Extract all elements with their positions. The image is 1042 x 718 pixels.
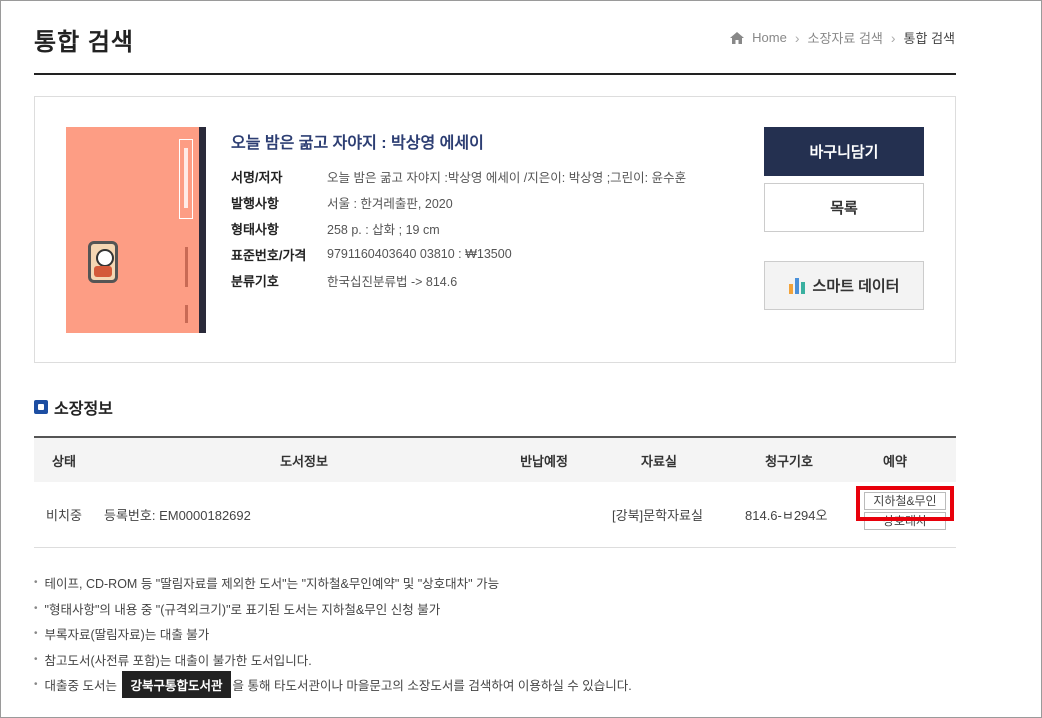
meta-value: 서울 : 한겨레출판, 2020 — [327, 196, 453, 211]
note-text: 부록자료(딸림자료)는 대출 불가 — [44, 628, 210, 643]
meta-value: 오늘 밤은 굶고 자야지 :박상영 에세이 /지은이: 박상영 ;그린이: 윤수… — [327, 170, 687, 185]
holdings-section-title: 소장정보 — [54, 401, 113, 418]
list-item: 참고도서(사전류 포함)는 대출이 불가한 도서입니다. — [34, 647, 632, 673]
meta-label: 표준번호/가격 — [231, 247, 307, 263]
library-link-tag[interactable]: 강북구통합도서관 — [122, 671, 231, 699]
book-meta: 서명/저자 오늘 밤은 굶고 자야지 :박상영 에세이 /지은이: 박상영 ;그… — [231, 163, 686, 293]
book-detail-panel: 오늘 밤은 굶고 자야지 : 박상영 에세이 서명/저자 오늘 밤은 굶고 자야… — [34, 96, 956, 363]
meta-value: 258 p. : 삽화 ; 19 cm — [327, 222, 440, 237]
square-bullet-icon — [34, 400, 48, 414]
list-item: 대출중 도서는 강북구통합도서관 을 통해 타도서관이나 마을문고의 소장도서를… — [34, 671, 632, 699]
col-call-number: 청구기호 — [765, 453, 813, 469]
add-to-basket-button[interactable]: 바구니담기 — [764, 127, 924, 176]
home-icon — [730, 31, 745, 44]
back-to-list-button[interactable]: 목록 — [764, 183, 924, 232]
note-text: 참고도서(사전류 포함)는 대출이 불가한 도서입니다. — [44, 653, 312, 668]
chevron-right-icon: › — [794, 29, 800, 46]
page-title: 통합 검색 — [34, 29, 134, 56]
subway-unmanned-reserve-button[interactable]: 지하철&무인 — [864, 492, 946, 510]
add-to-basket-label: 바구니담기 — [809, 144, 879, 161]
row-call-number: 814.6-ㅂ294오 — [745, 508, 828, 523]
row-status: 비치중 — [46, 508, 82, 523]
meta-row-isbn-price: 표준번호/가격 9791160403640 03810 : ₩13500 — [231, 241, 686, 267]
list-item: 부록자료(딸림자료)는 대출 불가 — [34, 621, 632, 647]
col-reserve: 예약 — [883, 453, 907, 469]
title-divider — [34, 73, 956, 75]
smart-data-button[interactable]: 스마트 데이터 — [764, 261, 924, 310]
holdings-table: 상태 도서정보 반납예정 자료실 청구기호 예약 비치중 등록번호: EM000… — [34, 436, 956, 548]
meta-value: 9791160403640 03810 : ₩13500 — [327, 247, 512, 261]
list-item: 테이프, CD-ROM 등 "딸림자료를 제외한 도서"는 "지하철&무인예약"… — [34, 570, 632, 596]
meta-label: 분류기호 — [231, 273, 279, 289]
table-row: 비치중 등록번호: EM0000182692 [강북]문학자료실 814.6-ㅂ… — [34, 482, 956, 548]
chevron-right-icon: › — [890, 29, 896, 46]
back-to-list-label: 목록 — [830, 200, 858, 217]
meta-label: 형태사항 — [231, 221, 279, 237]
bar-chart-icon — [788, 277, 805, 294]
book-cover-image[interactable] — [66, 127, 206, 333]
cover-spine — [199, 127, 206, 333]
breadcrumb-home[interactable]: Home — [752, 30, 787, 45]
meta-row-classification: 분류기호 한국십진분류법 -> 814.6 — [231, 267, 686, 293]
col-book-info: 도서정보 — [280, 453, 328, 469]
meta-value: 한국십진분류법 -> 814.6 — [327, 274, 458, 289]
row-registration-number: 등록번호: EM0000182692 — [104, 508, 251, 523]
note-text: 테이프, CD-ROM 등 "딸림자료를 제외한 도서"는 "지하철&무인예약"… — [44, 577, 500, 592]
cover-title-box — [179, 139, 193, 219]
col-location: 자료실 — [641, 453, 677, 469]
book-title: 오늘 밤은 굶고 자야지 : 박상영 에세이 — [231, 135, 484, 152]
meta-row-title-author: 서명/저자 오늘 밤은 굶고 자야지 :박상영 에세이 /지은이: 박상영 ;그… — [231, 163, 686, 189]
cover-illustration — [88, 241, 118, 283]
smart-data-label: 스마트 데이터 — [812, 278, 900, 295]
reserve-button-group: 지하철&무인 상호대차 — [864, 492, 946, 530]
note-text: 대출중 도서는 — [44, 679, 117, 694]
cover-author-mark — [185, 247, 188, 287]
meta-label: 발행사항 — [231, 195, 279, 211]
note-text: "형태사항"의 내용 중 "(규격외크기)"로 표기된 도서는 지하철&무인 신… — [44, 602, 441, 617]
note-text: 을 통해 타도서관이나 마을문고의 소장도서를 검색하여 이용하실 수 있습니다… — [232, 679, 632, 694]
breadcrumb: Home › 소장자료 검색 › 통합 검색 — [730, 28, 955, 47]
list-item: "형태사항"의 내용 중 "(규격외크기)"로 표기된 도서는 지하철&무인 신… — [34, 596, 632, 622]
breadcrumb-holdings-search[interactable]: 소장자료 검색 — [808, 28, 883, 47]
table-header: 상태 도서정보 반납예정 자료실 청구기호 예약 — [34, 436, 956, 482]
cover-publisher-mark — [185, 305, 188, 323]
row-location: [강북]문학자료실 — [612, 508, 703, 523]
col-due: 반납예정 — [520, 453, 568, 469]
breadcrumb-current: 통합 검색 — [903, 31, 955, 46]
meta-row-publication: 발행사항 서울 : 한겨레출판, 2020 — [231, 189, 686, 215]
meta-label: 서명/저자 — [231, 169, 283, 185]
col-status: 상태 — [52, 453, 76, 469]
notes-list: 테이프, CD-ROM 등 "딸림자료를 제외한 도서"는 "지하철&무인예약"… — [34, 570, 632, 699]
holdings-section-heading: 소장정보 — [34, 395, 113, 419]
meta-row-physical: 형태사항 258 p. : 삽화 ; 19 cm — [231, 215, 686, 241]
interlibrary-loan-button[interactable]: 상호대차 — [864, 512, 946, 530]
